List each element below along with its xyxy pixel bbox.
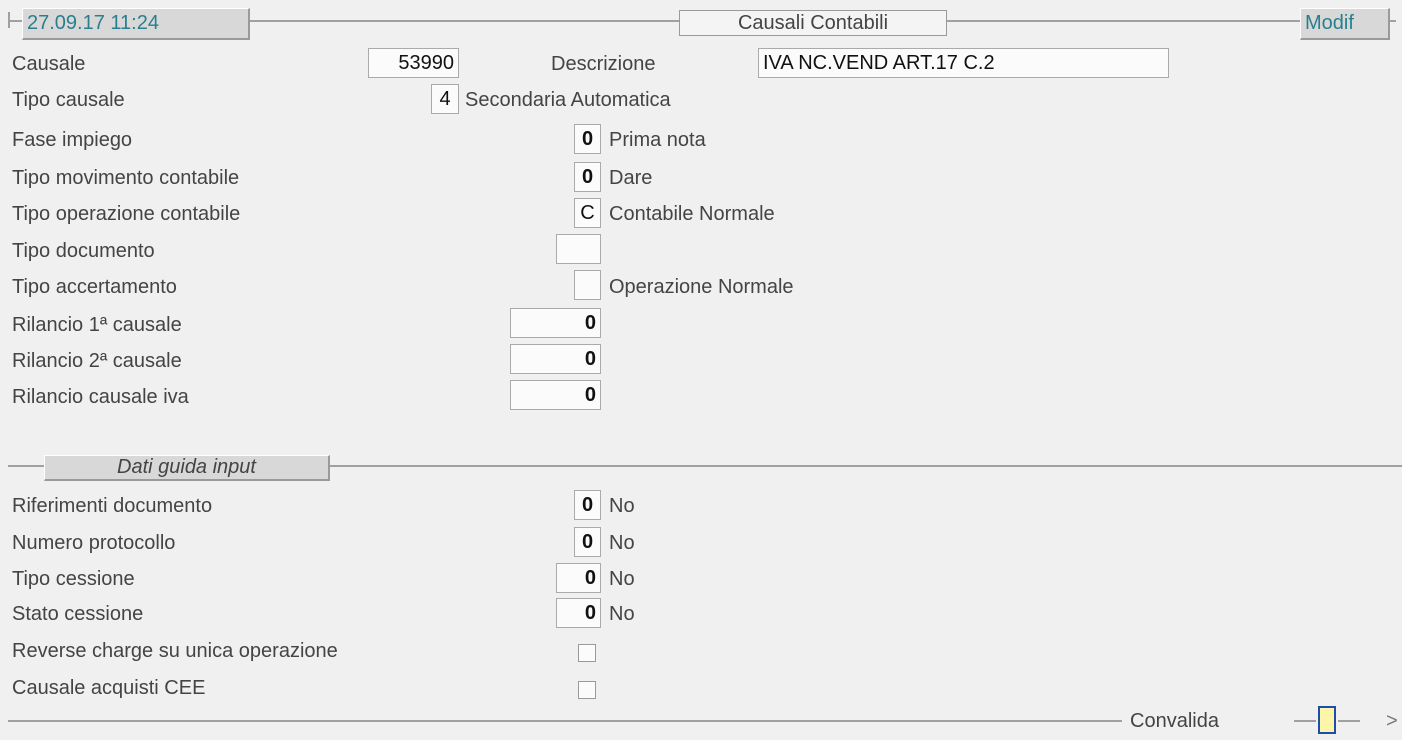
- acquisti-cee-label: Causale acquisti CEE: [12, 677, 206, 699]
- riferimenti-desc: No: [609, 495, 635, 517]
- tipo-documento-label: Tipo documento: [12, 240, 155, 262]
- tipo-accertamento-input[interactable]: [574, 270, 601, 300]
- dati-guida-section-header: Dati guida input: [44, 455, 330, 481]
- descrizione-label: Descrizione: [551, 53, 656, 75]
- fase-impiego-label: Fase impiego: [12, 129, 133, 151]
- descrizione-input[interactable]: IVA NC.VEND ART.17 C.2: [758, 48, 1169, 78]
- tipo-causale-desc: Secondaria Automatica: [465, 89, 671, 111]
- header-tick-left: [8, 12, 10, 28]
- mode-button[interactable]: Modif: [1300, 8, 1390, 40]
- window-title-text: Causali Contabili: [737, 12, 889, 34]
- tipo-accertamento-desc: Operazione Normale: [609, 276, 794, 298]
- fase-impiego-desc: Prima nota: [609, 129, 706, 151]
- rilancio-iva-label: Rilancio causale iva: [12, 386, 189, 408]
- tipo-cessione-input[interactable]: 0: [556, 563, 601, 593]
- tipo-operazione-desc: Contabile Normale: [609, 203, 775, 225]
- riferimenti-input[interactable]: 0: [574, 490, 601, 520]
- tipo-operazione-input[interactable]: C: [574, 198, 601, 228]
- timestamp-field: 27.09.17 11:24: [22, 8, 250, 40]
- rilancio-iva-input[interactable]: 0: [510, 380, 601, 410]
- rilancio-1-input[interactable]: 0: [510, 308, 601, 338]
- dati-guida-title: Dati guida input: [117, 456, 256, 478]
- tipo-movimento-input[interactable]: 0: [574, 162, 601, 192]
- convalida-label: Convalida: [1130, 710, 1219, 732]
- stato-cessione-input[interactable]: 0: [556, 598, 601, 628]
- tipo-cessione-label: Tipo cessione: [12, 568, 135, 590]
- tipo-causale-input[interactable]: 4: [431, 84, 459, 114]
- tipo-causale-label: Tipo causale: [12, 89, 125, 111]
- footer-rule-mid-left: [1294, 720, 1316, 722]
- stato-cessione-label: Stato cessione: [12, 603, 144, 625]
- footer-rule-mid-right: [1338, 720, 1360, 722]
- tipo-movimento-label: Tipo movimento contabile: [12, 167, 240, 189]
- causale-label: Causale: [12, 53, 86, 75]
- causale-input[interactable]: 53990: [368, 48, 459, 78]
- tipo-cessione-desc: No: [609, 568, 635, 590]
- footer-rule-left: [8, 720, 1122, 722]
- timestamp-text: 27.09.17 11:24: [27, 12, 159, 34]
- tipo-accertamento-label: Tipo accertamento: [12, 276, 177, 298]
- protocollo-label: Numero protocollo: [12, 532, 176, 554]
- reverse-charge-checkbox[interactable]: [578, 644, 596, 662]
- stato-cessione-desc: No: [609, 603, 635, 625]
- convalida-button[interactable]: [1318, 706, 1336, 734]
- tipo-operazione-label: Tipo operazione contabile: [12, 203, 241, 225]
- tipo-documento-input[interactable]: [556, 234, 601, 264]
- riferimenti-label: Riferimenti documento: [12, 495, 213, 517]
- rilancio-2-label: Rilancio 2ª causale: [12, 350, 182, 372]
- tipo-movimento-desc: Dare: [609, 167, 653, 189]
- mode-text: Modif: [1305, 12, 1354, 34]
- protocollo-desc: No: [609, 532, 635, 554]
- window-title: Causali Contabili: [679, 10, 947, 36]
- rilancio-1-label: Rilancio 1ª causale: [12, 314, 182, 336]
- rilancio-2-input[interactable]: 0: [510, 344, 601, 374]
- reverse-charge-label: Reverse charge su unica operazione: [12, 640, 338, 662]
- next-page-arrow-icon[interactable]: >: [1386, 709, 1398, 733]
- fase-impiego-input[interactable]: 0: [574, 124, 601, 154]
- acquisti-cee-checkbox[interactable]: [578, 681, 596, 699]
- protocollo-input[interactable]: 0: [574, 527, 601, 557]
